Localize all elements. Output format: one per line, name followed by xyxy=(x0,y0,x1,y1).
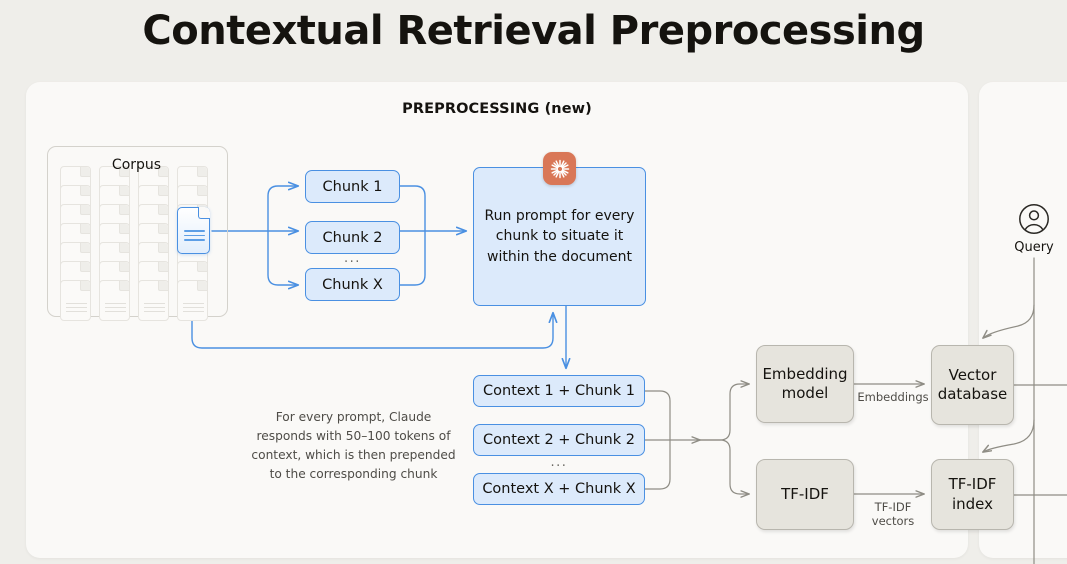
chunk-box-2[interactable]: Chunk 2 xyxy=(305,221,400,254)
query-label: Query xyxy=(1014,240,1054,255)
chunk-ellipsis: ... xyxy=(344,251,361,266)
document-lines xyxy=(105,303,126,314)
context-chunk-box-x[interactable]: Context X + Chunk X xyxy=(473,473,645,505)
claude-starburst-icon xyxy=(543,152,576,185)
context-chunk-box-2[interactable]: Context 2 + Chunk 2 xyxy=(473,424,645,456)
section-header: PREPROCESSING (new) xyxy=(402,101,592,117)
context-ellipsis: ... xyxy=(550,455,568,470)
corpus-document-icon xyxy=(60,280,91,321)
document-lines xyxy=(184,230,205,244)
prompt-step-box[interactable]: Run prompt for every chunk to situate it… xyxy=(473,167,646,306)
corpus-document-icon xyxy=(177,280,208,321)
chunk-box-x[interactable]: Chunk X xyxy=(305,268,400,301)
starburst-glyph xyxy=(550,159,569,178)
context-chunk-box-1[interactable]: Context 1 + Chunk 1 xyxy=(473,375,645,407)
edge-label-tfidf-vectors: TF-IDF vectors xyxy=(871,500,915,529)
user-avatar-icon xyxy=(1018,203,1050,235)
tfidf-index-box[interactable]: TF-IDF index xyxy=(931,459,1014,530)
caption-text: For every prompt, Claude responds with 5… xyxy=(251,410,456,481)
edge-label-embeddings: Embeddings xyxy=(857,390,929,404)
vector-database-box[interactable]: Vector database xyxy=(931,345,1014,425)
corpus-document-icon xyxy=(138,280,169,321)
document-lines xyxy=(183,303,204,314)
diagram-canvas: Contextual Retrieval Preprocessing PREPR… xyxy=(0,0,1067,564)
document-lines xyxy=(66,303,87,314)
page-title: Contextual Retrieval Preprocessing xyxy=(142,8,925,54)
highlighted-document-icon[interactable] xyxy=(177,207,210,254)
tfidf-box[interactable]: TF-IDF xyxy=(756,459,854,530)
avatar-glyph xyxy=(1019,204,1049,234)
document-lines xyxy=(144,303,165,314)
chunk-box-1[interactable]: Chunk 1 xyxy=(305,170,400,203)
corpus-document-icon xyxy=(99,280,130,321)
embedding-model-box[interactable]: Embedding model xyxy=(756,345,854,423)
corpus-label: Corpus xyxy=(111,157,162,173)
